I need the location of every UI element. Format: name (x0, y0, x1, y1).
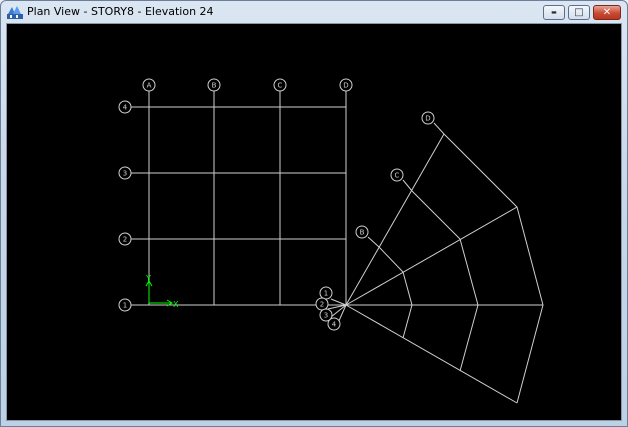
spoke-4 (345, 304, 518, 404)
close-button[interactable]: ✕ (593, 5, 621, 20)
radial-grid (327, 122, 544, 404)
minimize-icon: ▬ (551, 8, 557, 16)
global-axes-icon: Y X (145, 274, 179, 309)
grid-bubble-label: C (278, 82, 283, 90)
rectangular-grid (131, 91, 347, 306)
bubble-leader (433, 122, 445, 135)
y-axis-label: Y (145, 274, 151, 283)
window-title: Plan View - STORY8 - Elevation 24 (27, 5, 214, 18)
grid-bubble-label: C (395, 172, 400, 180)
app-icon (7, 6, 23, 19)
grid-bubble-spoke-1[interactable]: 1 (319, 286, 333, 300)
ring-b (378, 246, 413, 339)
plan-view-window: Plan View - STORY8 - Elevation 24 ▬ □ ✕ (0, 0, 628, 427)
grid-bubble-label: 1 (324, 290, 328, 298)
grid-bubble-col-d[interactable]: D (339, 78, 353, 92)
grid-bubble-label: 4 (123, 104, 128, 112)
grid-bubble-label: 3 (324, 312, 328, 320)
grid-bubble-label: 2 (320, 301, 324, 309)
plan-view-canvas[interactable]: A B C D 4 3 2 1 B C D 1 2 3 4 Y X (6, 23, 622, 421)
grid-bubble-label: A (147, 82, 152, 90)
grid-bubble-col-b[interactable]: B (207, 78, 221, 92)
bubble-leader (330, 298, 347, 306)
grid-bubble-label: 1 (123, 302, 127, 310)
grid-bubble-col-a[interactable]: A (142, 78, 156, 92)
bubble-leader (367, 236, 380, 248)
grid-bubble-row-3[interactable]: 3 (118, 166, 132, 180)
minimize-button[interactable]: ▬ (543, 5, 565, 20)
grid-bubble-label: B (212, 82, 217, 90)
grid-bubble-label: 3 (123, 170, 127, 178)
grid-bubble-label: 4 (332, 321, 337, 329)
spoke-1 (345, 133, 445, 306)
grid-bubble-label: 2 (123, 236, 127, 244)
grid-bubble-ring-b[interactable]: B (355, 225, 369, 239)
grid-bubble-row-1[interactable]: 1 (118, 298, 132, 312)
title-bar[interactable]: Plan View - STORY8 - Elevation 24 ▬ □ ✕ (1, 1, 627, 23)
maximize-button[interactable]: □ (568, 5, 590, 20)
grid-bubble-row-2[interactable]: 2 (118, 232, 132, 246)
grid-bubble-label: B (360, 229, 365, 237)
grid-bubbles: A B C D 4 3 2 1 B C D 1 2 3 4 (118, 78, 435, 331)
grid-bubble-spoke-4[interactable]: 4 (327, 317, 341, 331)
grid-bubble-row-4[interactable]: 4 (118, 100, 132, 114)
grid-bubble-label: D (343, 82, 348, 90)
grid-bubble-ring-d[interactable]: D (421, 111, 435, 125)
x-axis-label: X (173, 300, 179, 309)
bubble-leader (402, 179, 413, 192)
ring-c (411, 190, 479, 372)
ring-d (443, 133, 544, 404)
grid-bubble-label: D (425, 115, 430, 123)
grid-bubble-ring-c[interactable]: C (390, 168, 404, 182)
spoke-2 (345, 206, 518, 306)
grid-bubble-spoke-2[interactable]: 2 (315, 297, 329, 311)
grid-bubble-col-c[interactable]: C (273, 78, 287, 92)
plan-drawing: A B C D 4 3 2 1 B C D 1 2 3 4 Y X (118, 78, 544, 404)
close-icon: ✕ (602, 6, 612, 18)
maximize-icon: □ (574, 6, 584, 18)
